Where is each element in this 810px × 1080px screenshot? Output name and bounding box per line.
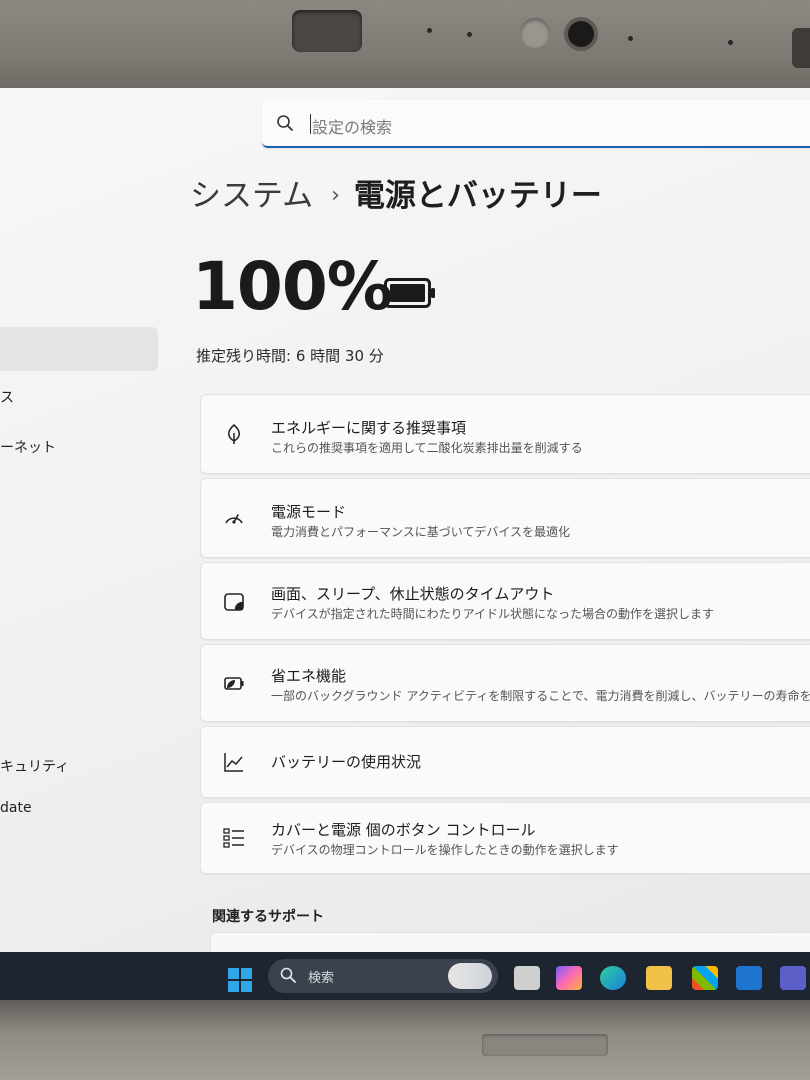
power-mode-icon: [225, 514, 243, 524]
card-title: カバーと電源 個のボタン コントロール: [271, 821, 536, 839]
card-energy-recommendations[interactable]: エネルギーに関する推奨事項 これらの推奨事項を適用して二酸化炭素排出量を削減する: [200, 394, 810, 474]
card-description: デバイスの物理コントロールを操作したときの動作を選択します: [271, 843, 619, 857]
card-lid-power-buttons[interactable]: カバーと電源 個のボタン コントロール デバイスの物理コントロールを操作したとき…: [200, 802, 810, 874]
sidebar-item-privacy-security[interactable]: キュリティ: [0, 756, 69, 776]
file-explorer-icon[interactable]: [646, 966, 672, 990]
card-title: 電源モード: [271, 503, 347, 521]
card-description: 一部のバックグラウンド アクティビティを制限することで、電力消費を削減し、バッテ…: [271, 689, 810, 703]
sidebar-item-windows-update[interactable]: date: [0, 800, 32, 816]
card-description: これらの推奨事項を適用して二酸化炭素排出量を削減する: [271, 441, 583, 455]
outlook-icon[interactable]: [736, 966, 762, 990]
taskbar-search[interactable]: 検索: [268, 959, 498, 993]
battery-full-icon: [384, 278, 435, 308]
webcam-privacy-shutter: [292, 10, 362, 52]
sensor-dot: [467, 32, 472, 37]
card-energy-saver[interactable]: 省エネ機能 一部のバックグラウンド アクティビティを制限することで、電力消費を削…: [200, 644, 810, 722]
search-highlight-icon[interactable]: [448, 963, 492, 989]
webcam-lens: [568, 21, 594, 47]
task-view-icon[interactable]: [514, 966, 540, 990]
card-title: 画面、スリープ、休止状態のタイムアウト: [271, 585, 555, 603]
search-placeholder[interactable]: 設定の検索: [312, 114, 392, 138]
battery-percentage: 100%: [192, 248, 393, 325]
related-support-heading: 関連するサポート: [212, 909, 324, 925]
laptop-bezel-top: [0, 0, 810, 100]
page-title: 電源とバッテリー: [353, 178, 602, 214]
settings-window: ス ーネット キュリティ date 設定の検索 システム › 電源とバッテリー 10…: [0, 88, 810, 1008]
text-caret: [310, 114, 311, 134]
breadcrumb-parent[interactable]: システム: [190, 178, 313, 214]
energy-saver-icon: [224, 677, 244, 690]
laptop-hinge: [482, 1034, 608, 1056]
copilot-icon[interactable]: [556, 966, 582, 990]
card-description: デバイスが指定された時間にわたりアイドル状態になった場合の動作を選択します: [271, 607, 715, 621]
lid-button-icon: [223, 828, 244, 848]
card-description: 電力消費とパフォーマンスに基づいてデバイスを最適化: [271, 525, 571, 539]
microsoft-store-icon[interactable]: [692, 966, 718, 990]
sidebar-item-devices[interactable]: ス: [0, 387, 14, 407]
sensor-dot: [728, 40, 733, 45]
laptop-bezel-bottom: [0, 1000, 810, 1080]
bezel-side-sensor: [792, 28, 810, 68]
search-icon: [277, 115, 293, 131]
taskbar-search-label: 検索: [308, 971, 335, 986]
estimated-time-remaining: 推定残り時間: 6 時間 30 分: [196, 347, 384, 365]
card-screen-sleep-timeout[interactable]: 画面、スリープ、休止状態のタイムアウト デバイスが指定された時間にわたりアイドル…: [200, 562, 810, 640]
sidebar-item-network-internet[interactable]: ーネット: [0, 437, 56, 457]
search-icon: [280, 967, 296, 983]
settings-search-box[interactable]: 設定の検索: [262, 100, 810, 148]
card-title: 省エネ機能: [271, 667, 347, 685]
breadcrumb: システム › 電源とバッテリー: [190, 170, 602, 215]
screen-timeout-icon: [224, 593, 244, 611]
sensor-dot: [628, 36, 633, 41]
card-power-mode[interactable]: 電源モード 電力消費とパフォーマンスに基づいてデバイスを最適化: [200, 478, 810, 558]
edge-browser-icon[interactable]: [600, 966, 626, 990]
breadcrumb-separator: ›: [331, 183, 340, 208]
card-title: エネルギーに関する推奨事項: [271, 419, 467, 437]
sidebar-item-system-selected[interactable]: [0, 327, 158, 371]
windows-start-icon[interactable]: [228, 968, 252, 992]
teams-icon[interactable]: [780, 966, 806, 990]
sensor-dot: [427, 28, 432, 33]
leaf-icon: [228, 424, 240, 444]
card-title: バッテリーの使用状況: [271, 753, 422, 771]
card-battery-usage[interactable]: バッテリーの使用状況: [200, 726, 810, 798]
battery-usage-icon: [224, 753, 243, 772]
ir-sensor: [520, 18, 550, 48]
sidebar: ス ーネット キュリティ date: [0, 88, 170, 948]
